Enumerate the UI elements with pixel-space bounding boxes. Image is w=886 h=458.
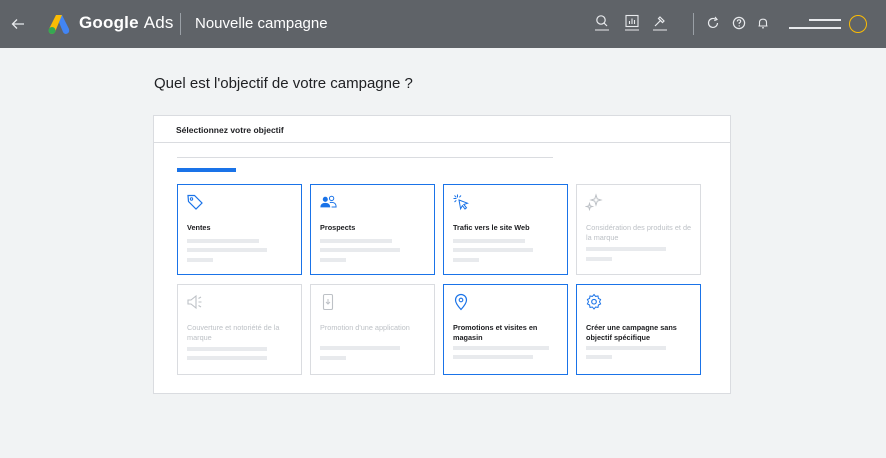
- description-placeholder: [453, 239, 525, 243]
- card-header-title: Sélectionnez votre objectif: [176, 125, 284, 135]
- refresh-icon: [707, 16, 719, 29]
- description-placeholder: [320, 258, 346, 262]
- page-title: Nouvelle campagne: [195, 15, 328, 32]
- tag-icon: [187, 194, 203, 210]
- tile-label: Prospects: [320, 223, 356, 232]
- tile-label: Ventes: [187, 223, 211, 232]
- back-button[interactable]: [8, 14, 28, 34]
- description-placeholder: [586, 355, 612, 359]
- description-placeholder: [187, 356, 267, 360]
- topbar-separator: [693, 13, 694, 35]
- tools-icon: [653, 16, 667, 31]
- progress-track: [177, 157, 553, 158]
- account-info-placeholder[interactable]: [789, 18, 841, 30]
- objective-tile-couverture: Couverture et notoriété de la marque: [177, 284, 302, 375]
- objective-tile-trafic[interactable]: Trafic vers le site Web: [443, 184, 568, 275]
- brand-google: Google: [79, 13, 139, 32]
- help-button[interactable]: [729, 13, 749, 33]
- tile-label: Considération des produits et de la marq…: [586, 223, 692, 242]
- description-placeholder: [320, 346, 400, 350]
- cursor-click-icon: [453, 194, 469, 211]
- tools-button[interactable]: [650, 13, 670, 33]
- description-placeholder: [453, 258, 479, 262]
- help-icon: [732, 16, 746, 30]
- objective-tile-prospects[interactable]: Prospects: [310, 184, 435, 275]
- reports-icon: [625, 14, 639, 31]
- megaphone-icon: [187, 294, 202, 310]
- search-icon: [595, 15, 609, 31]
- description-placeholder: [320, 239, 392, 243]
- tile-label: Couverture et notoriété de la marque: [187, 323, 280, 342]
- brand-ads: Ads: [143, 13, 174, 32]
- objective-tile-application: Promotion d'une application: [310, 284, 435, 375]
- card-header: Sélectionnez votre objectif: [154, 116, 730, 143]
- brand-name: Google Ads: [79, 13, 174, 33]
- gear-icon: [586, 293, 602, 310]
- location-pin-icon: [454, 293, 468, 311]
- arrow-left-icon: [11, 19, 24, 29]
- tile-label: Créer une campagne sans objectif spécifi…: [586, 323, 677, 342]
- description-placeholder: [187, 248, 267, 252]
- top-app-bar: Google Ads Nouvelle campagne: [0, 0, 886, 48]
- refresh-button[interactable]: [703, 13, 723, 33]
- description-placeholder: [453, 346, 549, 350]
- notifications-button[interactable]: [753, 13, 773, 33]
- people-icon: [320, 195, 337, 208]
- description-placeholder: [187, 258, 213, 262]
- phone-download-icon: [322, 293, 334, 311]
- notifications-icon: [758, 18, 768, 29]
- objective-tile-ventes[interactable]: Ventes: [177, 184, 302, 275]
- objective-card: Sélectionnez votre objectif Ventes Prosp…: [153, 115, 731, 394]
- description-placeholder: [187, 239, 259, 243]
- tile-label: Promotions et visites en magasin: [453, 323, 538, 342]
- google-ads-logo-icon: [48, 15, 70, 34]
- objective-tile-promotions[interactable]: Promotions et visites en magasin: [443, 284, 568, 375]
- progress-indicator: [177, 168, 236, 172]
- description-placeholder: [320, 248, 400, 252]
- description-placeholder: [320, 356, 346, 360]
- description-placeholder: [453, 248, 533, 252]
- description-placeholder: [187, 347, 267, 351]
- sparkle-icon: [585, 193, 603, 211]
- topbar-divider: [180, 13, 181, 35]
- page-heading: Quel est l'objectif de votre campagne ?: [154, 75, 413, 92]
- description-placeholder: [586, 247, 666, 251]
- search-button[interactable]: [592, 13, 612, 33]
- description-placeholder: [586, 346, 666, 350]
- description-placeholder: [586, 257, 612, 261]
- objective-tile-sans-objectif[interactable]: Créer une campagne sans objectif spécifi…: [576, 284, 701, 375]
- tile-label: Trafic vers le site Web: [453, 223, 530, 232]
- tile-label: Promotion d'une application: [320, 323, 410, 332]
- reports-button[interactable]: [622, 13, 642, 33]
- avatar[interactable]: [849, 15, 867, 33]
- objective-tile-consideration: Considération des produits et de la marq…: [576, 184, 701, 275]
- description-placeholder: [453, 355, 533, 359]
